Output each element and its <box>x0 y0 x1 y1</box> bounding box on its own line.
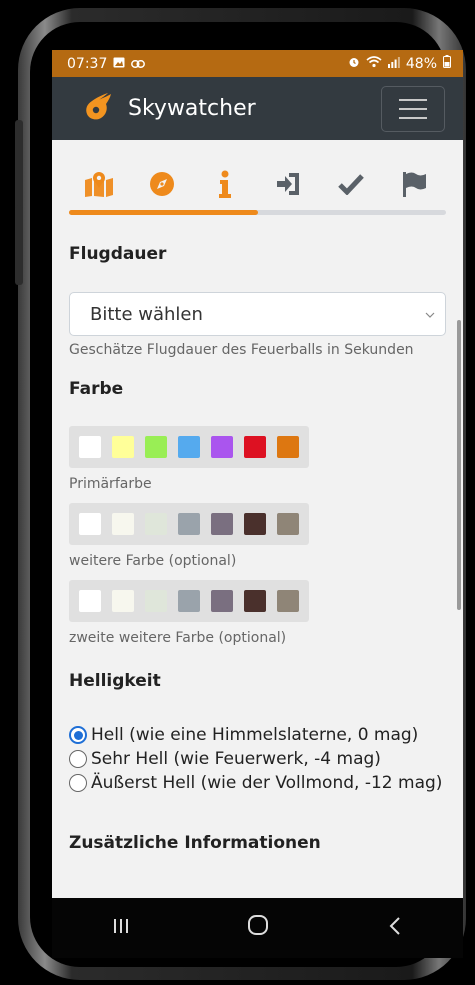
zusatz-heading: Zusätzliche Informationen <box>69 833 321 853</box>
image-notification-icon <box>113 56 125 72</box>
phone-screen: 07:37 48% Skywatcher Flugdauer Bitte wäh… <box>52 50 463 935</box>
tertiary-color-label: zweite weitere Farbe (optional) <box>69 630 287 646</box>
color-swatch[interactable] <box>145 590 167 612</box>
menu-toggle-button[interactable] <box>381 85 445 132</box>
color-swatch[interactable] <box>277 513 299 535</box>
battery-icon <box>443 55 451 72</box>
alarm-icon <box>348 56 360 72</box>
helligkeit-options: Hell (wie eine Himmelslaterne, 0 mag) Se… <box>69 725 446 793</box>
color-swatch[interactable] <box>112 436 134 458</box>
helligkeit-option[interactable]: Sehr Hell (wie Feuerwerk, -4 mag) <box>69 749 446 769</box>
radio-label: Sehr Hell (wie Feuerwerk, -4 mag) <box>91 749 381 769</box>
color-swatch[interactable] <box>79 513 101 535</box>
flugdauer-heading: Flugdauer <box>69 244 167 264</box>
wizard-steps <box>69 140 446 198</box>
radio-button[interactable] <box>69 774 87 792</box>
color-swatch[interactable] <box>211 590 233 612</box>
radio-button[interactable] <box>69 750 87 768</box>
color-swatch[interactable] <box>178 436 200 458</box>
link-icon <box>131 56 146 72</box>
flugdauer-select[interactable]: Bitte wählen <box>69 292 446 336</box>
tertiary-color-picker <box>69 580 309 622</box>
color-swatch[interactable] <box>178 590 200 612</box>
scrollbar[interactable] <box>457 320 461 610</box>
status-bar: 07:37 48% <box>52 50 463 77</box>
color-swatch[interactable] <box>211 513 233 535</box>
color-swatch[interactable] <box>211 436 233 458</box>
recents-button[interactable] <box>91 913 151 943</box>
status-time: 07:37 <box>67 55 108 72</box>
map-icon[interactable] <box>81 170 117 198</box>
color-swatch[interactable] <box>244 590 266 612</box>
signal-icon <box>387 56 400 72</box>
color-swatch[interactable] <box>277 436 299 458</box>
wizard-progress-bar <box>69 210 446 215</box>
wifi-icon <box>366 55 382 72</box>
color-swatch[interactable] <box>112 590 134 612</box>
chevron-down-icon <box>425 307 435 321</box>
brand-link[interactable]: Skywatcher <box>82 91 256 127</box>
helligkeit-option[interactable]: Hell (wie eine Himmelslaterne, 0 mag) <box>69 725 446 745</box>
helligkeit-heading: Helligkeit <box>69 671 161 691</box>
color-swatch[interactable] <box>244 513 266 535</box>
wizard-progress-fill <box>69 210 258 215</box>
top-navbar: Skywatcher <box>52 77 463 140</box>
flugdauer-select-value: Bitte wählen <box>90 303 203 325</box>
android-nav-bar <box>52 898 463 958</box>
phone-side-button <box>15 120 23 215</box>
app-title: Skywatcher <box>128 96 256 121</box>
helligkeit-option[interactable]: Äußerst Hell (wie der Vollmond, -12 mag) <box>69 773 446 793</box>
sign-in-icon[interactable] <box>270 170 306 198</box>
secondary-color-label: weitere Farbe (optional) <box>69 553 237 569</box>
info-icon[interactable] <box>207 170 243 198</box>
home-button[interactable] <box>228 913 288 943</box>
color-swatch[interactable] <box>277 590 299 612</box>
check-icon[interactable] <box>333 170 369 198</box>
primary-color-picker <box>69 426 309 468</box>
color-swatch[interactable] <box>178 513 200 535</box>
farbe-heading: Farbe <box>69 379 124 399</box>
fireball-logo-icon <box>82 91 114 127</box>
color-swatch[interactable] <box>244 436 266 458</box>
color-swatch[interactable] <box>145 436 167 458</box>
color-swatch[interactable] <box>112 513 134 535</box>
flag-icon[interactable] <box>396 170 432 198</box>
color-swatch[interactable] <box>145 513 167 535</box>
radio-label: Hell (wie eine Himmelslaterne, 0 mag) <box>91 725 419 745</box>
compass-icon[interactable] <box>144 170 180 198</box>
secondary-color-picker <box>69 503 309 545</box>
form-content: Flugdauer Bitte wählen Geschätze Flugdau… <box>52 140 463 853</box>
battery-percent: 48% <box>405 55 437 72</box>
color-swatch[interactable] <box>79 436 101 458</box>
phone-side-button <box>15 205 23 285</box>
back-button[interactable] <box>365 913 425 943</box>
radio-button[interactable] <box>69 726 87 744</box>
color-swatch[interactable] <box>79 590 101 612</box>
primary-color-label: Primärfarbe <box>69 476 152 492</box>
radio-label: Äußerst Hell (wie der Vollmond, -12 mag) <box>91 773 443 793</box>
flugdauer-help-text: Geschätze Flugdauer des Feuerballs in Se… <box>69 342 414 358</box>
